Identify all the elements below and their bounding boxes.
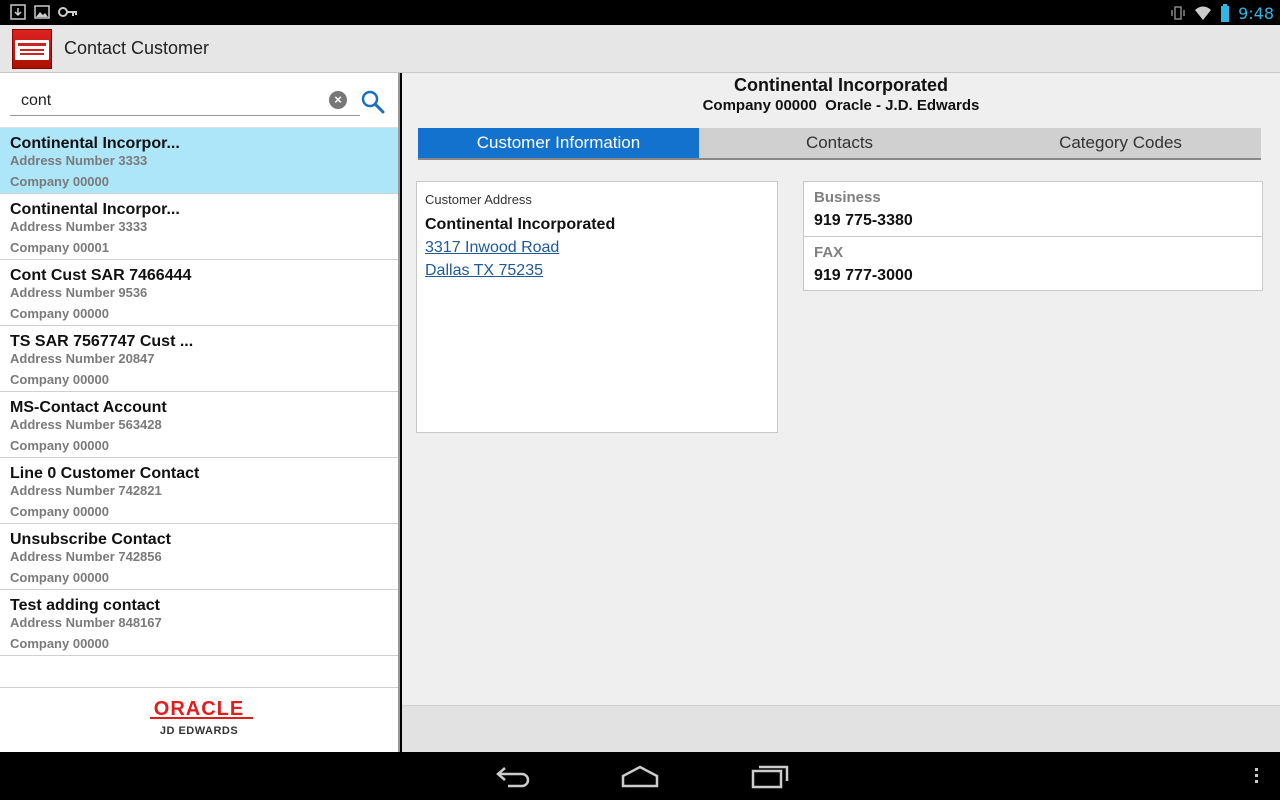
tab-bar: Customer Information Contacts Category Cod… — [418, 128, 1261, 160]
phone-number: 919 777-3000 — [814, 267, 913, 284]
result-name: MS-Contact Account — [10, 399, 167, 416]
result-name: Unsubscribe Contact — [10, 531, 171, 548]
battery-icon — [1221, 4, 1230, 22]
result-list-item[interactable]: Cont Cust SAR 7466444 Address Number 9536… — [0, 260, 398, 326]
result-company: Company 00000 — [10, 306, 109, 321]
tab-category-codes[interactable]: Category Codes — [980, 128, 1261, 158]
detail-subtitle: Company 00000 Oracle - J.D. Edwards — [702, 97, 980, 114]
result-list: Continental Incorpor... Address Number 33… — [0, 128, 398, 656]
key-icon — [58, 7, 77, 17]
address-name: Continental Incorporated — [425, 216, 616, 233]
result-list-item[interactable]: Test adding contact Address Number 848167… — [0, 590, 398, 656]
home-icon[interactable] — [620, 762, 660, 790]
result-address-number: Address Number 742856 — [10, 549, 162, 564]
jd-edwards-label: JD EDWARDS — [159, 725, 239, 737]
result-list-item[interactable]: TS SAR 7567747 Cust ... Address Number 20… — [0, 326, 398, 392]
phone-row[interactable]: FAX 919 777-3000 — [804, 236, 1262, 290]
result-address-number: Address Number 742821 — [10, 483, 162, 498]
tab-customer-information[interactable]: Customer Information — [418, 128, 699, 158]
result-address-number: Address Number 563428 — [10, 417, 162, 432]
result-list-item[interactable]: MS-Contact Account Address Number 563428 C… — [0, 392, 398, 458]
detail-pane: Continental Incorporated Company 00000 O… — [402, 73, 1280, 752]
wifi-icon — [1195, 6, 1212, 20]
app-title: Contact Customer — [64, 38, 210, 58]
phone-label: FAX — [814, 244, 844, 261]
result-list-item[interactable]: Continental Incorpor... Address Number 33… — [0, 128, 398, 194]
vibrate-icon — [1171, 6, 1185, 20]
result-list-item[interactable]: Continental Incorpor... Address Number 33… — [0, 194, 398, 260]
oracle-jde-app-icon[interactable] — [12, 29, 52, 69]
back-icon[interactable] — [492, 762, 532, 790]
detail-title: Continental Incorporated — [733, 75, 948, 95]
result-company: Company 00000 — [10, 504, 109, 519]
oracle-logo: ORACLE — [0, 698, 398, 721]
result-company: Company 00000 — [10, 636, 109, 651]
clear-icon[interactable]: × — [329, 91, 347, 109]
navigation-bar — [0, 752, 1280, 800]
phone-row[interactable]: Business 919 775-3380 — [804, 182, 1262, 236]
result-address-number: Address Number 20847 — [10, 351, 155, 366]
result-address-number: Address Number 3333 — [10, 219, 148, 234]
status-clock: 9:48 — [1238, 3, 1274, 23]
result-name: Test adding contact — [10, 597, 160, 614]
result-company: Company 00000 — [10, 372, 109, 387]
phone-label: Business — [814, 189, 881, 206]
result-name: Line 0 Customer Contact — [10, 465, 200, 482]
result-name: TS SAR 7567747 Cust ... — [10, 333, 194, 350]
image-icon — [34, 5, 50, 19]
status-bar: 9:48 — [0, 0, 1280, 25]
search-icon[interactable] — [360, 89, 386, 115]
overflow-menu-icon[interactable] — [1254, 768, 1260, 786]
notification-icons — [10, 4, 78, 20]
customer-address-card: Customer Address Continental Incorporate… — [416, 181, 778, 433]
action-bar: Contact Customer — [0, 25, 1280, 73]
result-name: Cont Cust SAR 7466444 — [10, 267, 192, 284]
result-address-number: Address Number 3333 — [10, 153, 148, 168]
result-name: Continental Incorpor... — [10, 201, 180, 218]
result-address-number: Address Number 848167 — [10, 615, 162, 630]
customer-list-pane: × Continental Incorpor...Address Number … — [0, 73, 400, 752]
result-list-item[interactable]: Unsubscribe Contact Address Number 742856… — [0, 524, 398, 590]
phone-number: 919 775-3380 — [814, 212, 913, 229]
phone-card: Business 919 775-3380 FAX 919 777-3000 — [803, 181, 1263, 291]
address-line-1-link[interactable]: 3317 Inwood Road — [425, 239, 769, 257]
bottom-strip — [402, 705, 1280, 752]
search-input[interactable] — [10, 86, 360, 116]
result-company: Company 00000 — [10, 174, 109, 189]
download-icon — [10, 4, 26, 20]
search-bar: × — [0, 73, 398, 128]
brand-footer: ORACLE JD EDWARDS — [0, 687, 398, 752]
address-card-label: Customer Address — [425, 192, 532, 207]
recent-apps-icon[interactable] — [750, 762, 790, 790]
result-name: Continental Incorpor... — [10, 135, 180, 152]
tab-contacts[interactable]: Contacts — [699, 128, 980, 158]
result-company: Company 00000 — [10, 438, 109, 453]
result-address-number: Address Number 9536 — [10, 285, 148, 300]
address-line-2-link[interactable]: Dallas TX 75235 — [425, 262, 769, 280]
result-company: Company 00000 — [10, 570, 109, 585]
result-company: Company 00001 — [10, 240, 109, 255]
result-list-item[interactable]: Line 0 Customer Contact Address Number 74… — [0, 458, 398, 524]
system-icons: 9:48 — [1170, 2, 1274, 24]
